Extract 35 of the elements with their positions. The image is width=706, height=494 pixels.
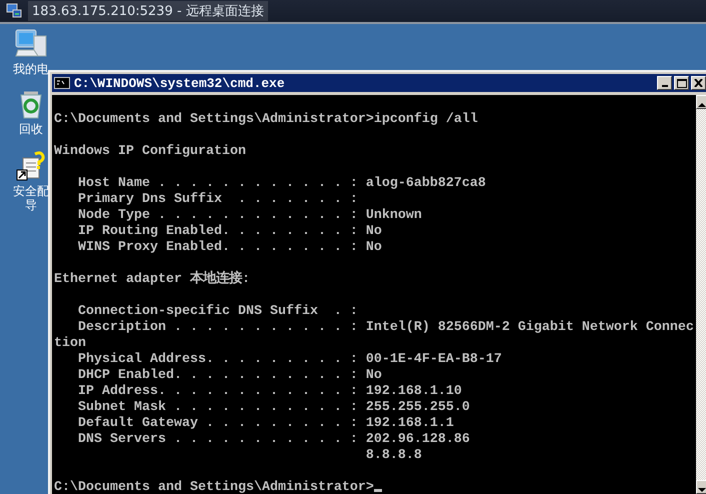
console-line: WINS Proxy Enabled. . . . . . . . : No: [76, 240, 382, 255]
console-line: Primary Dns Suffix . . . . . . . :: [76, 192, 358, 207]
minimize-button[interactable]: [657, 76, 672, 90]
console-line: Windows IP Configuration: [54, 144, 246, 159]
window-title: C:\WINDOWS\system32\cmd.exe: [74, 76, 286, 90]
console-line: Connection-specific DNS Suffix . :: [76, 304, 358, 319]
document-question-icon: [15, 150, 47, 182]
close-icon: [694, 79, 703, 87]
console-line: IP Routing Enabled. . . . . . . . : No: [76, 224, 382, 239]
console-line: Description . . . . . . . . . . . : Intel(R) 82566DM-2 Gigabit Network Connec: [76, 320, 694, 335]
console-line: Node Type . . . . . . . . . . . . : Unknown: [76, 208, 422, 223]
close-button[interactable]: [691, 76, 706, 90]
console-line: Ethernet adapter 本地连接:: [54, 272, 250, 287]
console-line: Host Name . . . . . . . . . . . . : alog-6abb827ca8: [76, 176, 486, 191]
console-line: DHCP Enabled. . . . . . . . . . . : No: [76, 368, 382, 383]
desktop-icon-label[interactable]: 回收: [12, 122, 50, 136]
console-line: C:\Documents and Settings\Administrator>: [54, 480, 374, 494]
console-line: Subnet Mask . . . . . . . . . . . : 255.255.255.0: [76, 400, 470, 415]
console-icon: [54, 77, 70, 89]
scroll-up-button[interactable]: [696, 95, 706, 109]
window-title: 183.63.175.210:5239 - 远程桌面连接: [28, 1, 268, 21]
console-line: Default Gateway . . . . . . . . . : 192.168.1.1: [76, 416, 454, 431]
scrollbar[interactable]: [696, 95, 706, 494]
desktop-icon-label[interactable]: 安全配导: [12, 184, 50, 212]
maximize-icon: [676, 78, 686, 88]
console-line: tion: [54, 336, 86, 351]
desktop-icon-label[interactable]: 我的电: [12, 62, 50, 76]
console-line: C:\Documents and Settings\Administrator>ipconfig /all: [54, 112, 478, 127]
remote-desktop-icon: [6, 3, 22, 19]
console-line: DNS Servers . . . . . . . . . . . : 202.96.128.86: [76, 432, 470, 447]
console-line: IP Address. . . . . . . . . . . . : 192.168.1.10: [76, 384, 462, 399]
console-line: Physical Address. . . . . . . . . : 00-1E-4F-EA-B8-17: [76, 352, 502, 367]
scroll-down-button[interactable]: [696, 480, 706, 494]
console-line: 8.8.8.8: [364, 448, 422, 463]
maximize-button[interactable]: [674, 76, 689, 90]
